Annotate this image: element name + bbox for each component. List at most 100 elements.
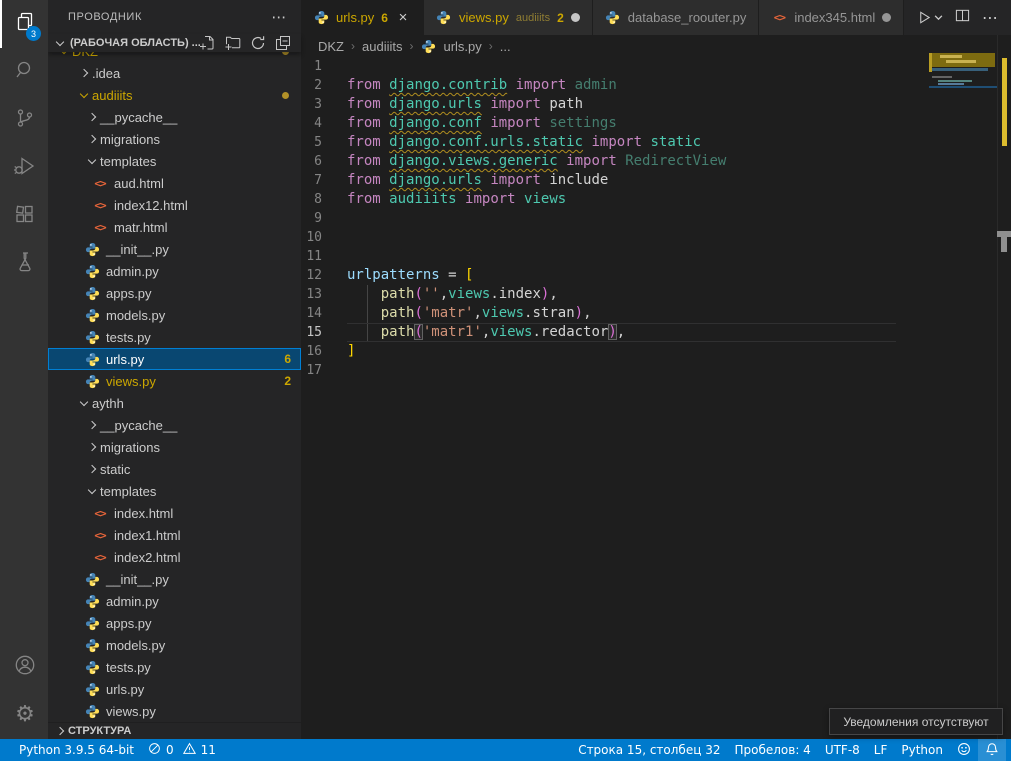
- tree-item-matr-html[interactable]: <>matr.html: [48, 216, 301, 238]
- minimap-changed-block[interactable]: [932, 53, 995, 67]
- tree-item-apps-py[interactable]: apps.py: [48, 282, 301, 304]
- line-number: 13: [301, 285, 347, 304]
- code-line[interactable]: 1: [301, 57, 1011, 76]
- tree-item-index12-html[interactable]: <>index12.html: [48, 194, 301, 216]
- tree-item-migrations[interactable]: migrations: [48, 436, 301, 458]
- tree-item-models-py[interactable]: models.py: [48, 304, 301, 326]
- code-line[interactable]: 8from audiiits import views: [301, 190, 1011, 209]
- more-actions-icon[interactable]: ⋯: [982, 8, 999, 28]
- refresh-icon[interactable]: [250, 35, 266, 51]
- language-mode[interactable]: Python: [894, 739, 950, 761]
- close-icon[interactable]: ×: [395, 9, 411, 26]
- code-line[interactable]: 17: [301, 361, 1011, 380]
- tree-item-apps-py[interactable]: apps.py: [48, 612, 301, 634]
- workspace-section-header[interactable]: (РАБОЧАЯ ОБЛАСТЬ) ...: [48, 34, 301, 52]
- dirty-indicator-icon[interactable]: [571, 13, 580, 22]
- html-file-icon: <>: [92, 527, 108, 543]
- chevron-right-icon: [76, 65, 92, 81]
- tree-item-urls-py[interactable]: urls.py: [48, 678, 301, 700]
- activity-bar-account[interactable]: [0, 643, 48, 691]
- vscode-window: 3⚙ ПРОВОДНИК ⋯ (РАБОЧАЯ ОБЛАСТЬ) ... DKZ…: [0, 0, 1011, 739]
- tab-index345-html[interactable]: <>index345.html: [759, 0, 904, 35]
- tree-item-templates[interactable]: templates: [48, 150, 301, 172]
- tree-item-migrations[interactable]: migrations: [48, 128, 301, 150]
- new-file-icon[interactable]: [200, 35, 216, 51]
- tree-item-aud-html[interactable]: <>aud.html: [48, 172, 301, 194]
- code-line[interactable]: 5from django.conf.urls.static import sta…: [301, 133, 1011, 152]
- tree-item-label: templates: [100, 154, 156, 169]
- tree-item-index2-html[interactable]: <>index2.html: [48, 546, 301, 568]
- activity-bar-extensions[interactable]: [0, 192, 48, 240]
- activity-bar-search[interactable]: [0, 48, 48, 96]
- collapse-all-icon[interactable]: [275, 35, 291, 51]
- code-line[interactable]: 4from django.conf import settings: [301, 114, 1011, 133]
- tree-item--idea[interactable]: .idea: [48, 62, 301, 84]
- code-line-content: [347, 57, 896, 76]
- activity-bar-testing[interactable]: [0, 240, 48, 288]
- tab-views-py[interactable]: views.pyaudiiits2: [424, 0, 593, 35]
- interpreter-selector[interactable]: Python 3.9.5 64-bit: [12, 739, 141, 761]
- tree-item-tests-py[interactable]: tests.py: [48, 656, 301, 678]
- split-editor-button[interactable]: [955, 8, 970, 28]
- code-line[interactable]: 14 path('matr',views.stran),: [301, 304, 1011, 323]
- code-line[interactable]: 10: [301, 228, 1011, 247]
- tree-item--pycache-[interactable]: __pycache__: [48, 106, 301, 128]
- tree-item-admin-py[interactable]: admin.py: [48, 590, 301, 612]
- tree-item-index1-html[interactable]: <>index1.html: [48, 524, 301, 546]
- tree-item-urls-py[interactable]: urls.py6: [48, 348, 301, 370]
- line-number: 1: [301, 57, 347, 76]
- breadcrumb-item[interactable]: DKZ: [318, 39, 344, 54]
- code-line[interactable]: 6from django.views.generic import Redire…: [301, 152, 1011, 171]
- encoding[interactable]: UTF-8: [818, 739, 867, 761]
- tree-item-views-py[interactable]: views.py2: [48, 370, 301, 392]
- indentation[interactable]: Пробелов: 4: [727, 739, 817, 761]
- code-line[interactable]: 9: [301, 209, 1011, 228]
- tree-item-templates[interactable]: templates: [48, 480, 301, 502]
- code-line[interactable]: 2from django.contrib import admin: [301, 76, 1011, 95]
- code-editor[interactable]: 12from django.contrib import admin3from …: [301, 57, 1011, 739]
- tree-item-audiiits[interactable]: audiiits: [48, 84, 301, 106]
- outline-section-header[interactable]: СТРУКТУРА: [48, 722, 301, 739]
- tab-urls-py[interactable]: urls.py6×: [301, 0, 424, 35]
- eol-sequence[interactable]: LF: [867, 739, 895, 761]
- tree-item-label: views.py: [106, 374, 156, 389]
- tree-item-dkz[interactable]: DKZ: [48, 52, 301, 62]
- activity-bar-source-control[interactable]: [0, 96, 48, 144]
- code-line[interactable]: 7from django.urls import include: [301, 171, 1011, 190]
- tree-item-tests-py[interactable]: tests.py: [48, 326, 301, 348]
- more-actions-icon[interactable]: ⋯: [271, 8, 287, 26]
- tree-item-admin-py[interactable]: admin.py: [48, 260, 301, 282]
- code-line[interactable]: 3from django.urls import path: [301, 95, 1011, 114]
- dirty-indicator-icon[interactable]: [882, 13, 891, 22]
- notifications-bell-button[interactable]: [978, 739, 1006, 761]
- activity-bar-settings[interactable]: ⚙: [0, 691, 48, 739]
- tree-item--init-py[interactable]: __init__.py: [48, 568, 301, 590]
- breadcrumb-item[interactable]: urls.py: [443, 39, 481, 54]
- breadcrumb-item[interactable]: ...: [500, 39, 511, 54]
- breadcrumb-item[interactable]: audiiits: [362, 39, 402, 54]
- tree-item-index-html[interactable]: <>index.html: [48, 502, 301, 524]
- run-python-file-button[interactable]: [917, 10, 943, 25]
- tree-item-label: admin.py: [106, 264, 159, 279]
- code-line[interactable]: 15 path('matr1',views.redactor),: [301, 323, 1011, 342]
- tree-item--init-py[interactable]: __init__.py: [48, 238, 301, 260]
- python-file-icon: [436, 10, 452, 26]
- new-folder-icon[interactable]: [225, 35, 241, 51]
- tree-item--pycache-[interactable]: __pycache__: [48, 414, 301, 436]
- tree-item-static[interactable]: static: [48, 458, 301, 480]
- code-line[interactable]: 12urlpatterns = [: [301, 266, 1011, 285]
- tab-database-roouter-py[interactable]: database_roouter.py: [593, 0, 760, 35]
- code-line[interactable]: 13 path('',views.index),: [301, 285, 1011, 304]
- problems-indicator[interactable]: 011: [141, 739, 223, 761]
- code-line[interactable]: 11: [301, 247, 1011, 266]
- cursor-position[interactable]: Строка 15, столбец 32: [571, 739, 727, 761]
- breadcrumb-separator: ›: [409, 39, 413, 53]
- tree-item-aythh[interactable]: aythh: [48, 392, 301, 414]
- feedback-button[interactable]: [950, 739, 978, 761]
- py-file-icon: [84, 351, 100, 367]
- code-line[interactable]: 16]: [301, 342, 1011, 361]
- tree-item-views-py[interactable]: views.py: [48, 700, 301, 722]
- tree-item-models-py[interactable]: models.py: [48, 634, 301, 656]
- activity-bar-run-debug[interactable]: [0, 144, 48, 192]
- activity-bar-explorer[interactable]: 3: [0, 0, 48, 48]
